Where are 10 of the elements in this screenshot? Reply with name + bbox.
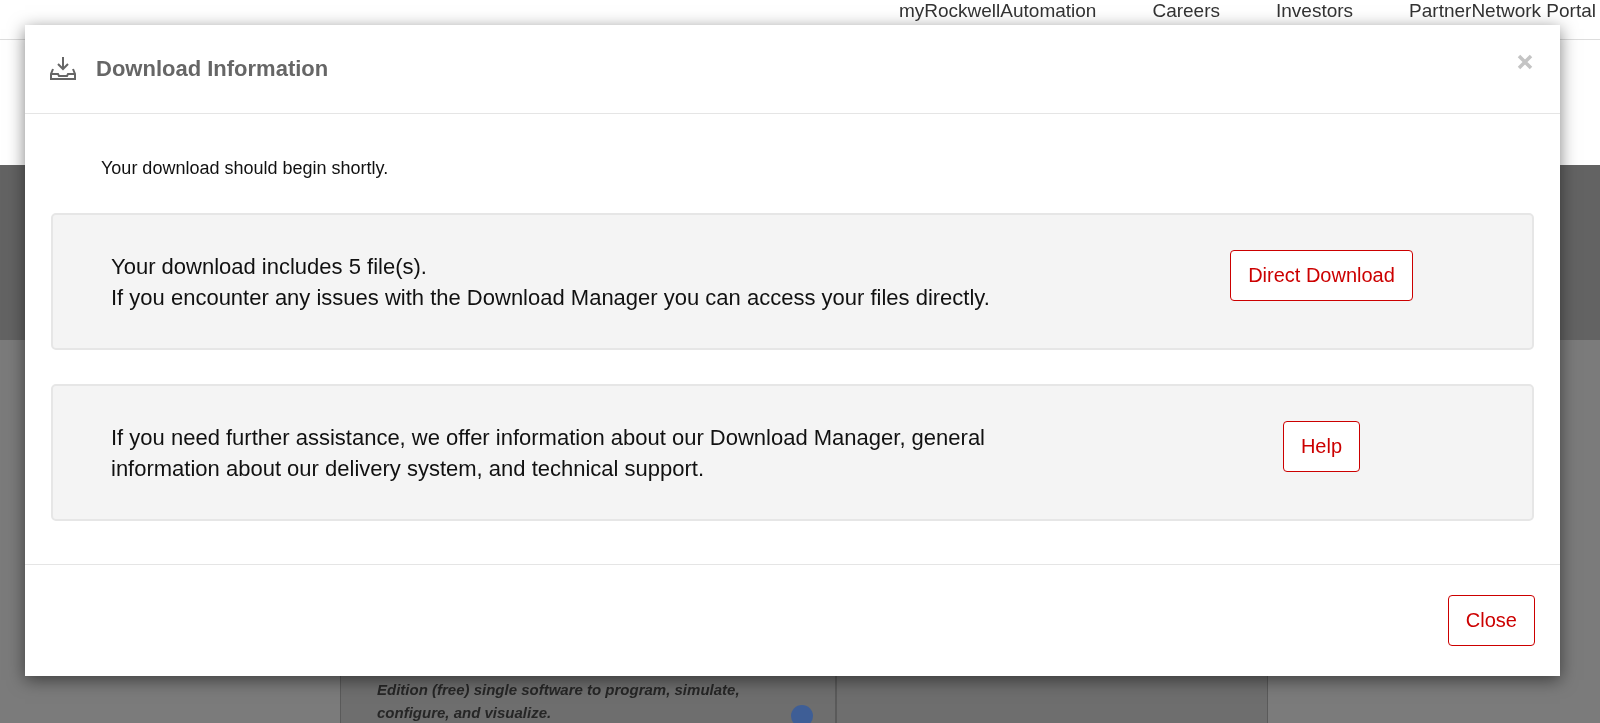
panel-text: Your download includes 5 file(s). If you encounter any issues with the Download Manager you can access your files directly. <box>111 252 991 312</box>
panel-text: If you need further assistance, we offer information about our Download Manager, general information about our delivery system, and technical support. <box>111 423 986 483</box>
download-tray-icon <box>49 55 77 81</box>
dialog-title: Download Information <box>96 56 329 82</box>
panel-button[interactable]: Help <box>1282 421 1361 472</box>
panel-button[interactable]: Direct Download <box>1230 250 1413 301</box>
close-icon[interactable] <box>1517 54 1533 70</box>
card-description: Edition (free) single software to program, simulate, configure, and visualize. <box>377 680 741 723</box>
close-button[interactable]: Close <box>1447 595 1535 646</box>
intro-text: Your download should begin shortly. <box>101 158 390 179</box>
